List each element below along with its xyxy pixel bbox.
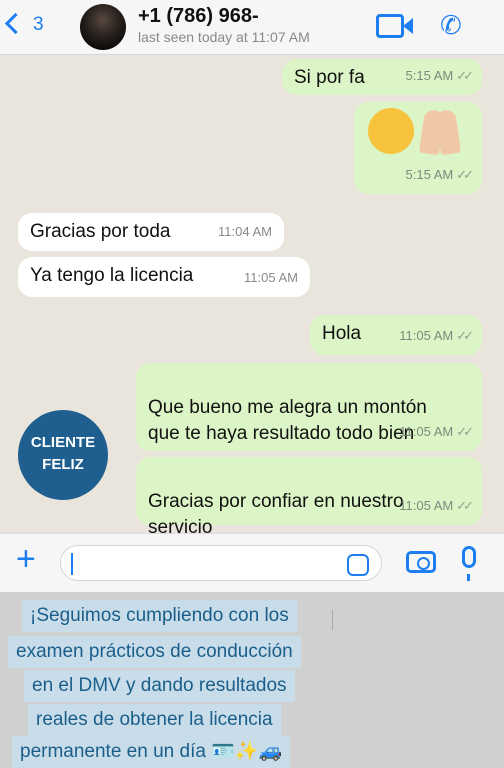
- message-text: Gracias por confiar en nuestro servicio: [148, 491, 404, 533]
- video-call-icon[interactable]: [376, 14, 404, 38]
- message-bubble-4[interactable]: Ya tengo la licencia 11:05 AM: [18, 257, 310, 297]
- camera-icon[interactable]: [406, 551, 436, 573]
- contact-name[interactable]: +1 (786) 968-: [138, 5, 259, 28]
- message-bubble-7[interactable]: Gracias por confiar en nuestro servicio …: [136, 457, 482, 533]
- promo-line-1: ¡Seguimos cumpliendo con los: [22, 600, 297, 632]
- message-meta: 5:15 AM ✓✓: [405, 167, 474, 182]
- smiling-face-icon: [368, 108, 414, 154]
- mic-icon[interactable]: [462, 546, 476, 581]
- back-button[interactable]: 3: [4, 12, 44, 38]
- message-text: Gracias por toda: [30, 221, 171, 242]
- message-bubble-2[interactable]: 5:15 AM ✓✓: [354, 102, 482, 194]
- message-meta: 11:04 AM: [218, 224, 272, 239]
- composer-bar: +: [0, 533, 504, 592]
- sticker-icon[interactable]: [347, 554, 369, 576]
- phone-icon[interactable]: ✆: [440, 10, 462, 41]
- message-text: Si por fa: [294, 67, 365, 88]
- message-meta: 11:05 AM ✓✓: [399, 498, 474, 513]
- chat-header: 3 +1 (786) 968- last seen today at 11:07…: [0, 0, 504, 55]
- message-bubble-3[interactable]: Gracias por toda 11:04 AM: [18, 213, 284, 251]
- message-text: Ya tengo la licencia: [30, 265, 194, 286]
- promo-line-5: permanente en un día 🪪✨🚙: [12, 736, 291, 768]
- text-cursor: [71, 553, 73, 575]
- message-bubble-5[interactable]: Hola 11:05 AM ✓✓: [310, 315, 482, 355]
- last-seen-status: last seen today at 11:07 AM: [138, 29, 310, 45]
- plus-icon[interactable]: +: [16, 542, 36, 576]
- message-text: Que bueno me alegra un montón que te hay…: [148, 397, 427, 444]
- divider: [332, 610, 333, 630]
- message-meta: 11:05 AM: [244, 270, 298, 285]
- message-meta: 5:15 AM ✓✓: [405, 68, 474, 83]
- unread-count: 3: [33, 14, 44, 35]
- message-meta: 11:05 AM ✓✓: [399, 424, 474, 439]
- message-bubble-1[interactable]: Si por fa 5:15 AM ✓✓: [282, 59, 482, 95]
- promo-line-2: examen prácticos de conducción: [8, 636, 301, 668]
- promo-line-4: reales de obtener la licencia: [28, 704, 281, 736]
- message-bubble-6[interactable]: Que bueno me alegra un montón que te hay…: [136, 363, 482, 451]
- promo-line-3: en el DMV y dando resultados: [24, 670, 295, 702]
- message-input[interactable]: [60, 545, 382, 581]
- avatar[interactable]: [80, 4, 126, 50]
- cliente-feliz-badge: CLIENTE FELIZ: [18, 410, 108, 500]
- message-meta: 11:05 AM ✓✓: [399, 328, 474, 343]
- folded-hands-icon: [418, 108, 464, 156]
- chevron-left-icon: [4, 12, 27, 35]
- message-text: Hola: [322, 323, 362, 344]
